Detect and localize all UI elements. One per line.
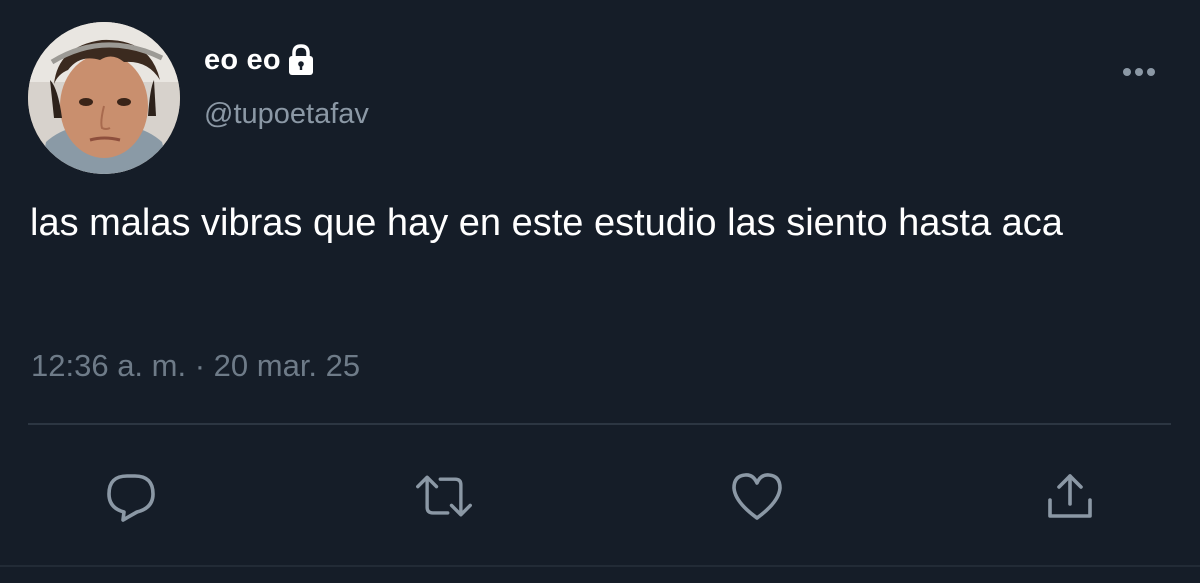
like-icon[interactable] [727, 466, 787, 526]
timestamp-separator: · [186, 348, 214, 383]
tweet-actions [0, 466, 1200, 526]
reply-icon[interactable] [101, 466, 161, 526]
avatar[interactable] [28, 22, 180, 174]
retweet-icon[interactable] [414, 466, 474, 526]
share-icon[interactable] [1040, 466, 1100, 526]
avatar-photo [28, 22, 180, 174]
tweet-text: las malas vibras que hay en este estudio… [30, 202, 1063, 244]
bottom-divider [0, 565, 1200, 567]
user-handle[interactable]: @tupoetafav [204, 98, 369, 131]
tweet-timestamp[interactable]: 12:36 a. m. · 20 mar. 25 [31, 348, 360, 384]
divider [28, 423, 1171, 425]
more-options-icon[interactable] [1118, 60, 1160, 84]
tweet-date: 20 mar. 25 [213, 348, 361, 383]
display-name[interactable]: eo eo [204, 44, 281, 77]
tweet-card: eo eo @tupoetafav las malas vibras que h… [0, 0, 1200, 583]
author-name-row: eo eo [204, 40, 317, 80]
tweet-time: 12:36 a. m. [31, 348, 187, 383]
lock-icon [285, 43, 317, 77]
